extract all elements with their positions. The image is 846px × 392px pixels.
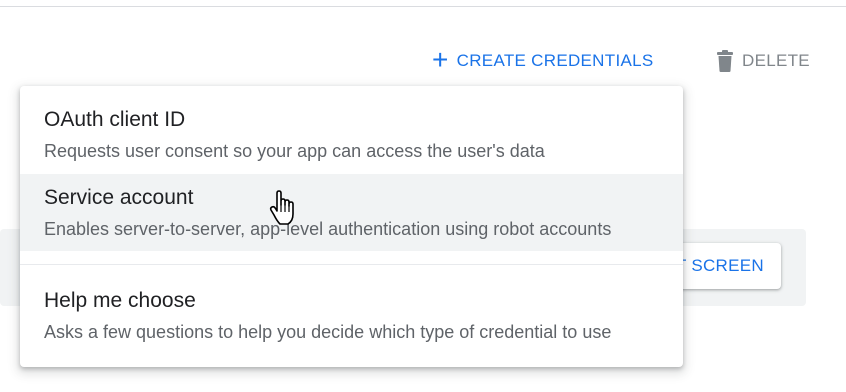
menu-divider	[20, 264, 683, 265]
plus-icon: +	[432, 43, 449, 75]
create-credentials-label: CREATE CREDENTIALS	[456, 51, 654, 70]
trash-icon	[717, 50, 733, 72]
top-divider	[0, 6, 846, 7]
create-credentials-menu: OAuth client ID Requests user consent so…	[20, 86, 683, 367]
menu-item-title: Help me choose	[44, 289, 196, 312]
menu-item-service-account[interactable]: Service account Enables server-to-server…	[20, 174, 683, 251]
hand-pointer-icon	[269, 190, 294, 225]
consent-button-label: T SCREEN	[675, 256, 764, 275]
delete-label: DELETE	[742, 51, 810, 70]
menu-item-title: Service account	[44, 186, 194, 209]
menu-item-oauth-client-id[interactable]: OAuth client ID Requests user consent so…	[20, 86, 683, 174]
delete-button[interactable]: DELETE	[716, 44, 810, 78]
menu-item-title: OAuth client ID	[44, 108, 186, 131]
menu-item-description: Asks a few questions to help you decide …	[44, 322, 612, 342]
menu-item-help-me-choose[interactable]: Help me choose Asks a few questions to h…	[20, 269, 683, 367]
menu-item-description: Requests user consent so your app can ac…	[44, 141, 545, 161]
menu-item-description: Enables server-to-server, app-level auth…	[44, 219, 612, 239]
create-credentials-button[interactable]: + CREATE CREDENTIALS	[432, 44, 654, 78]
